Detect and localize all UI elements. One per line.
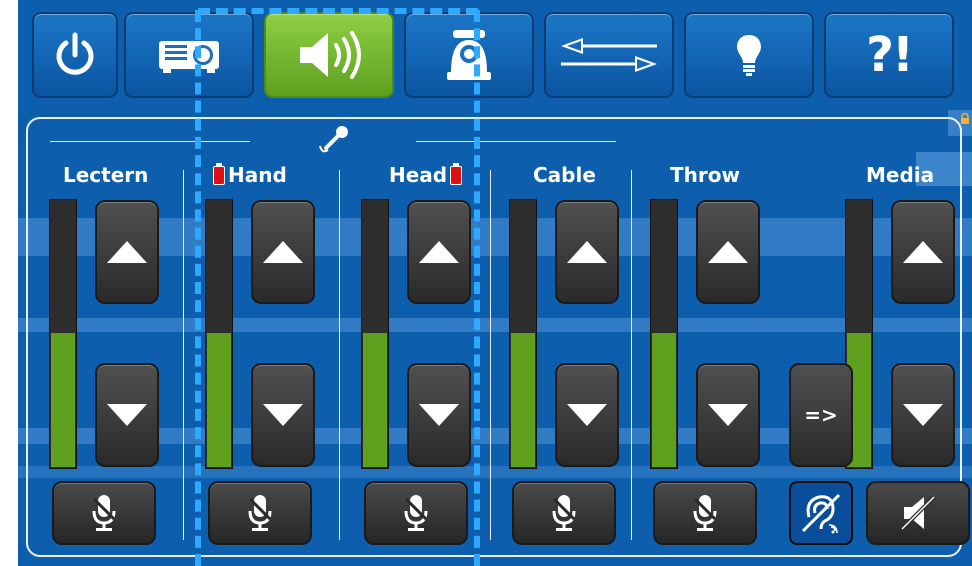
audio-button[interactable] xyxy=(264,12,394,98)
mute-button-head[interactable] xyxy=(364,481,468,545)
mute-button-cable[interactable] xyxy=(512,481,616,545)
down-arrow-icon xyxy=(419,404,459,426)
volume-down-button-head[interactable] xyxy=(407,363,471,467)
level-meter-head xyxy=(361,199,389,469)
projector-button[interactable] xyxy=(124,12,254,98)
speaker-mute-button[interactable] xyxy=(866,481,970,545)
channel-separator xyxy=(183,170,184,540)
help-label: ?! xyxy=(866,27,914,83)
level-meter-fill xyxy=(652,333,676,467)
level-meter-fill xyxy=(207,333,231,467)
channel-label-head: Head xyxy=(389,163,465,187)
volume-up-button-hand[interactable] xyxy=(251,200,315,304)
hearing-loop-icon xyxy=(801,493,841,534)
wireless-microphone-icon xyxy=(319,126,348,153)
channel-separator xyxy=(339,170,340,540)
audio-control-screen: ?! Lectern Hand Head Cable Throw Media =… xyxy=(18,0,972,566)
camera-icon xyxy=(447,30,491,80)
channel-separator xyxy=(631,170,632,540)
volume-up-button-lectern[interactable] xyxy=(95,200,159,304)
volume-up-button-throw[interactable] xyxy=(696,200,760,304)
volume-down-button-throw[interactable] xyxy=(696,363,760,467)
swap-arrows-icon xyxy=(561,38,657,72)
group-divider xyxy=(416,141,616,142)
group-divider xyxy=(50,141,250,142)
channel-label-head-text: Head xyxy=(389,163,448,187)
volume-up-button-head[interactable] xyxy=(407,200,471,304)
lightbulb-icon xyxy=(737,35,761,76)
level-meter-hand xyxy=(205,199,233,469)
microphone-mute-icon xyxy=(248,495,272,531)
down-arrow-icon xyxy=(903,404,943,426)
power-icon xyxy=(56,32,94,75)
level-meter-throw xyxy=(650,199,678,469)
down-arrow-icon xyxy=(708,404,748,426)
down-arrow-icon xyxy=(107,404,147,426)
power-button[interactable] xyxy=(32,12,118,98)
channel-label-cable: Cable xyxy=(533,163,596,187)
channel-label-media: Media xyxy=(866,163,935,187)
up-arrow-icon xyxy=(567,241,607,263)
camera-button[interactable] xyxy=(404,12,534,98)
level-meter-fill xyxy=(511,333,535,467)
microphone-mute-icon xyxy=(552,495,576,531)
mute-button-lectern[interactable] xyxy=(52,481,156,545)
help-button[interactable]: ?! xyxy=(824,12,954,98)
microphone-mute-icon xyxy=(693,495,717,531)
up-arrow-icon xyxy=(708,241,748,263)
dashed-guide-line xyxy=(474,10,480,566)
channel-label-hand: Hand xyxy=(210,163,287,187)
projector-icon xyxy=(159,41,219,73)
channel-label-hand-text: Hand xyxy=(228,163,287,187)
volume-up-button-media[interactable] xyxy=(891,200,955,304)
lighting-button[interactable] xyxy=(684,12,814,98)
level-meter-lectern xyxy=(49,199,77,469)
channel-label-lectern: Lectern xyxy=(63,163,149,187)
throw-route-label: => xyxy=(804,403,838,427)
channel-separator xyxy=(490,170,491,540)
throw-route-button[interactable]: => xyxy=(789,363,853,467)
level-meter-fill xyxy=(363,333,387,467)
volume-down-button-cable[interactable] xyxy=(555,363,619,467)
channel-label-throw: Throw xyxy=(670,163,740,187)
lock-icon xyxy=(961,113,969,124)
volume-down-button-lectern[interactable] xyxy=(95,363,159,467)
down-arrow-icon xyxy=(567,404,607,426)
up-arrow-icon xyxy=(419,241,459,263)
speaker-icon xyxy=(300,31,361,79)
routing-button[interactable] xyxy=(544,12,674,98)
down-arrow-icon xyxy=(263,404,303,426)
up-arrow-icon xyxy=(263,241,303,263)
microphone-mute-icon xyxy=(92,495,116,531)
level-meter-fill xyxy=(51,333,75,467)
speaker-mute-icon xyxy=(900,495,936,531)
battery-low-icon xyxy=(450,163,463,185)
up-arrow-icon xyxy=(107,241,147,263)
volume-up-button-cable[interactable] xyxy=(555,200,619,304)
volume-down-button-hand[interactable] xyxy=(251,363,315,467)
mute-button-hand[interactable] xyxy=(208,481,312,545)
up-arrow-icon xyxy=(903,241,943,263)
hearing-loop-button[interactable] xyxy=(789,481,853,545)
dashed-guide-line xyxy=(198,8,478,14)
dashed-guide-line xyxy=(195,10,201,566)
level-meter-cable xyxy=(509,199,537,469)
volume-down-button-media[interactable] xyxy=(891,363,955,467)
battery-low-icon xyxy=(213,163,225,185)
microphone-mute-icon xyxy=(404,495,428,531)
mute-button-throw[interactable] xyxy=(653,481,757,545)
